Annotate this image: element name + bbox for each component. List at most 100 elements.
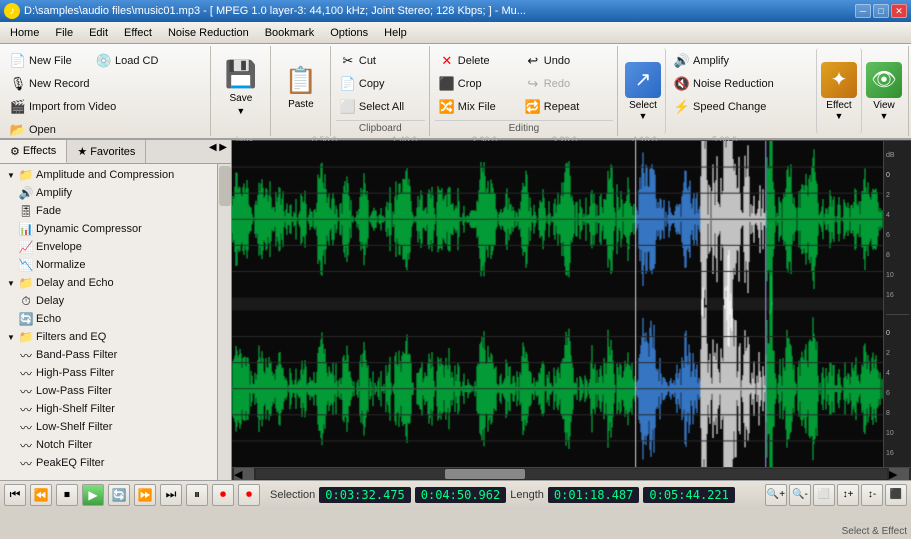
tree-item-low-shelf[interactable]: 〰 Low-Shelf Filter bbox=[0, 418, 217, 436]
new-file-label: New File bbox=[29, 55, 72, 67]
load-cd-label: Load CD bbox=[115, 55, 158, 67]
tree-item-normalize[interactable]: 📉 Normalize bbox=[0, 256, 217, 274]
expand-icon-filters: ▼ bbox=[4, 330, 18, 344]
menu-bookmark[interactable]: Bookmark bbox=[257, 25, 323, 41]
maximize-button[interactable]: □ bbox=[873, 4, 889, 18]
select-effect-group-label: Select & Effect bbox=[842, 523, 907, 537]
clipboard-buttons: ✂ Cut 📄 Copy ⬜ Select All bbox=[336, 48, 425, 120]
view-large-button[interactable]: 👁 View ▼ bbox=[862, 48, 906, 134]
tree-item-fade[interactable]: 🎚 Fade bbox=[0, 202, 217, 220]
db-label-2: 2 bbox=[886, 192, 909, 199]
tab-effects[interactable]: ⚙ Effects bbox=[0, 140, 67, 163]
waveform-canvas[interactable] bbox=[232, 141, 883, 467]
crop-button[interactable]: ⬛ Crop bbox=[435, 73, 520, 95]
zoom-out-v[interactable]: ↕- bbox=[861, 484, 883, 506]
tree-item-low-pass[interactable]: 〰 Low-Pass Filter bbox=[0, 382, 217, 400]
new-file-button[interactable]: 📄 New File bbox=[6, 50, 91, 72]
cut-button[interactable]: ✂ Cut bbox=[336, 50, 421, 72]
paste-button[interactable]: 📋 Paste bbox=[278, 48, 324, 126]
repeat-button[interactable]: 🔁 Repeat bbox=[521, 96, 606, 118]
transport-skip-end[interactable]: ⏭ bbox=[160, 484, 182, 506]
transport-rewind[interactable]: ⏪ bbox=[30, 484, 52, 506]
main-content: ⚙ Effects ★ Favorites ◀ ▶ ▼ 📁 Amplitude … bbox=[0, 140, 911, 480]
db-label-8: 8 bbox=[886, 252, 909, 259]
tree-item-filters-eq-group[interactable]: ▼ 📁 Filters and EQ bbox=[0, 328, 217, 346]
expand-icon: ▼ bbox=[4, 168, 18, 182]
zoom-in-h[interactable]: 🔍+ bbox=[765, 484, 787, 506]
effect-large-button[interactable]: ✦ Effect ▼ bbox=[816, 48, 862, 134]
menu-file[interactable]: File bbox=[47, 25, 81, 41]
copy-button[interactable]: 📄 Copy bbox=[336, 73, 421, 95]
open-button[interactable]: 📂 Open bbox=[6, 119, 91, 141]
scroll-right-btn[interactable]: ▶ bbox=[889, 468, 909, 480]
scrollbar-thumb-h bbox=[445, 469, 525, 479]
tree-item-envelope[interactable]: 📈 Envelope bbox=[0, 238, 217, 256]
menu-effect[interactable]: Effect bbox=[116, 25, 160, 41]
tree-item-band-pass[interactable]: 〰 Band-Pass Filter bbox=[0, 346, 217, 364]
transport-skip-start[interactable]: ⏮ bbox=[4, 484, 26, 506]
delay-tree-icon: ⏱ bbox=[18, 293, 34, 309]
transport-forward[interactable]: ⏩ bbox=[134, 484, 156, 506]
tree-item-notch[interactable]: 〰 Notch Filter bbox=[0, 436, 217, 454]
select-all-button[interactable]: ⬜ Select All bbox=[336, 96, 421, 118]
tree-item-amplify[interactable]: 🔊 Amplify bbox=[0, 184, 217, 202]
zoom-out-h[interactable]: 🔍- bbox=[789, 484, 811, 506]
tab-favorites[interactable]: ★ Favorites bbox=[67, 140, 146, 163]
menu-options[interactable]: Options bbox=[322, 25, 376, 41]
menu-bar: Home File Edit Effect Noise Reduction Bo… bbox=[0, 22, 911, 44]
close-button[interactable]: ✕ bbox=[891, 4, 907, 18]
scrollbar-track[interactable] bbox=[256, 469, 887, 479]
transport-play[interactable]: ▶ bbox=[82, 484, 104, 506]
zoom-fit[interactable]: ⬜ bbox=[813, 484, 835, 506]
transport-pause[interactable]: ⏸ bbox=[186, 484, 208, 506]
noise-reduction-button[interactable]: 🔇 Noise Reduction bbox=[670, 73, 812, 95]
speed-change-button[interactable]: ⚡ Speed Change bbox=[670, 96, 812, 118]
tree-scrollbar[interactable] bbox=[217, 164, 231, 480]
minimize-button[interactable]: ─ bbox=[855, 4, 871, 18]
tree-item-high-shelf[interactable]: 〰 High-Shelf Filter bbox=[0, 400, 217, 418]
mix-file-button[interactable]: 🔀 Mix File bbox=[435, 96, 520, 118]
db-label-8b: 8 bbox=[886, 410, 909, 417]
load-cd-button[interactable]: 💿 Load CD bbox=[92, 50, 177, 72]
zoom-in-v[interactable]: ↕+ bbox=[837, 484, 859, 506]
db-label-10b: 10 bbox=[886, 430, 909, 437]
menu-edit[interactable]: Edit bbox=[81, 25, 116, 41]
high-pass-icon: 〰 bbox=[18, 365, 34, 381]
tree-item-amplitude-group[interactable]: ▼ 📁 Amplitude and Compression bbox=[0, 166, 217, 184]
select-large-button[interactable]: ↗ Select ▼ bbox=[621, 48, 666, 134]
amplify-button[interactable]: 🔊 Amplify bbox=[670, 50, 812, 72]
panel-nav-arrow[interactable]: ◀ ▶ bbox=[205, 140, 231, 163]
db-ruler: dB 0 2 4 6 8 10 16 0 2 4 6 8 10 16 bbox=[883, 141, 911, 467]
tree-item-peakeq[interactable]: 〰 PeakEQ Filter bbox=[0, 454, 217, 472]
menu-home[interactable]: Home bbox=[2, 25, 47, 41]
new-file-icon: 📄 bbox=[10, 53, 26, 69]
transport-loop[interactable]: 🔄 bbox=[108, 484, 130, 506]
redo-button[interactable]: ↪ Redo bbox=[521, 73, 606, 95]
transport-record[interactable]: ⏺ bbox=[212, 484, 234, 506]
undo-button[interactable]: ↩ Undo bbox=[521, 50, 606, 72]
scroll-left-btn[interactable]: ◀ bbox=[234, 468, 254, 480]
tree-item-delay[interactable]: ⏱ Delay bbox=[0, 292, 217, 310]
select-all-icon: ⬜ bbox=[340, 99, 356, 115]
tree-item-echo[interactable]: 🔄 Echo bbox=[0, 310, 217, 328]
tree-item-dynamic-compressor[interactable]: 📊 Dynamic Compressor bbox=[0, 220, 217, 238]
amplify-tree-icon: 🔊 bbox=[18, 185, 34, 201]
redo-icon: ↪ bbox=[525, 76, 541, 92]
menu-noise-reduction[interactable]: Noise Reduction bbox=[160, 25, 257, 41]
import-video-button[interactable]: 🎬 Import from Video bbox=[6, 96, 120, 118]
clipboard-group-label: Clipboard bbox=[336, 120, 425, 134]
save-button[interactable]: 💾 Save ▼ bbox=[218, 48, 264, 126]
menu-help[interactable]: Help bbox=[376, 25, 415, 41]
effects-tree: ▼ 📁 Amplitude and Compression 🔊 Amplify … bbox=[0, 164, 217, 480]
h-scrollbar[interactable]: ◀ ▶ bbox=[232, 467, 911, 480]
delete-button[interactable]: ✕ Delete bbox=[435, 50, 520, 72]
transport-stop[interactable]: ⏹ bbox=[56, 484, 78, 506]
editing-buttons: ✕ Delete ↩ Undo ⬛ Crop ↪ Redo 🔀 Mix File… bbox=[435, 48, 613, 120]
tree-item-delay-echo-group[interactable]: ▼ 📁 Delay and Echo bbox=[0, 274, 217, 292]
zoom-fit-v[interactable]: ⬛ bbox=[885, 484, 907, 506]
selection-end-value: 0:04:50.962 bbox=[415, 487, 506, 503]
select-label: Select bbox=[629, 100, 657, 111]
new-record-button[interactable]: 🎙 New Record bbox=[6, 73, 94, 95]
transport-record2[interactable]: ⏺ bbox=[238, 484, 260, 506]
tree-item-high-pass[interactable]: 〰 High-Pass Filter bbox=[0, 364, 217, 382]
